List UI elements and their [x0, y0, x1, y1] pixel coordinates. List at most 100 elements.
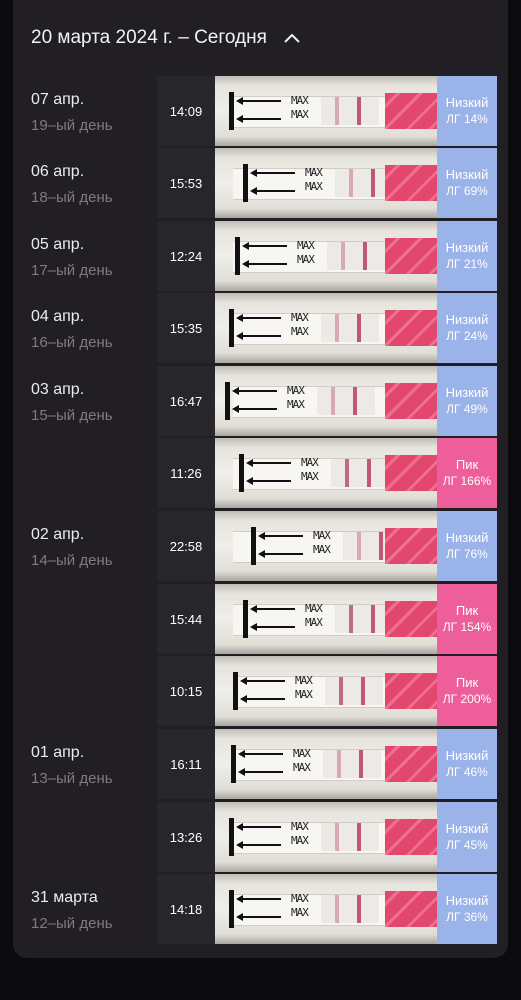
- lh-level: Низкий: [445, 893, 489, 908]
- test-row[interactable]: 15:44 MAX MAX Пик ЛГ 154%: [157, 584, 497, 654]
- test-row[interactable]: 22:58 MAX MAX Низкий ЛГ 76%: [157, 511, 497, 581]
- test-row[interactable]: 10:15 MAX MAX Пик ЛГ 200%: [157, 656, 497, 726]
- max-text-2: MAX: [291, 325, 309, 338]
- lh-result-badge: Низкий ЛГ 21%: [437, 221, 497, 291]
- strip-handle-bar: [239, 454, 244, 492]
- test-row[interactable]: 15:53 MAX MAX Низкий ЛГ 69%: [157, 148, 497, 218]
- strip-pink-pad: [385, 165, 437, 201]
- arrow-icon: [242, 242, 287, 250]
- lh-level: Низкий: [445, 821, 489, 836]
- test-time: 14:18: [157, 874, 215, 944]
- lh-percent: ЛГ 166%: [442, 474, 492, 488]
- lh-level: Низкий: [445, 312, 489, 327]
- strip-handle-bar: [243, 164, 248, 202]
- cycle-day-label: 17–ый день: [31, 262, 113, 279]
- date-label: 01 апр.: [31, 744, 85, 761]
- lh-level: Пик: [455, 457, 479, 472]
- date-group: 31 марта 12–ый день: [31, 888, 161, 934]
- max-text-1: MAX: [313, 529, 331, 542]
- test-strip-photo[interactable]: MAX MAX: [215, 729, 437, 799]
- max-marking: MAX MAX: [291, 892, 309, 920]
- test-row[interactable]: 15:35 MAX MAX Низкий ЛГ 24%: [157, 293, 497, 363]
- max-text-2: MAX: [291, 834, 309, 847]
- test-time: 15:53: [157, 148, 215, 218]
- lh-level: Низкий: [445, 748, 489, 763]
- test-strip-photo[interactable]: MAX MAX: [215, 76, 437, 146]
- strip-pink-pad: [385, 93, 437, 129]
- strip-handle-bar: [251, 527, 256, 565]
- date-label: 02 апр.: [31, 526, 85, 543]
- test-strip-photo[interactable]: MAX MAX: [215, 656, 437, 726]
- test-strip-photo[interactable]: MAX MAX: [215, 511, 437, 581]
- lh-percent: ЛГ 49%: [446, 402, 488, 416]
- strip-pink-pad: [385, 891, 437, 927]
- result-window: [331, 459, 389, 487]
- arrow-icon: [250, 187, 295, 195]
- max-marking: MAX MAX: [293, 747, 311, 775]
- lh-result-badge: Низкий ЛГ 49%: [437, 366, 497, 436]
- test-strip-photo[interactable]: MAX MAX: [215, 874, 437, 944]
- max-text-1: MAX: [291, 311, 309, 324]
- test-time: 15:44: [157, 584, 215, 654]
- cycle-day-label: 14–ый день: [31, 552, 113, 569]
- result-window: [321, 823, 379, 851]
- test-row[interactable]: 16:11 MAX MAX Низкий ЛГ 46%: [157, 729, 497, 799]
- test-time: 16:47: [157, 366, 215, 436]
- lh-result-badge: Низкий ЛГ 45%: [437, 802, 497, 872]
- max-marking: MAX MAX: [291, 820, 309, 848]
- test-row[interactable]: 13:26 MAX MAX Низкий ЛГ 45%: [157, 802, 497, 872]
- arrow-icon: [236, 913, 281, 921]
- strip-pink-pad: [385, 673, 437, 709]
- strip-pink-pad: [385, 383, 437, 419]
- test-strip-photo[interactable]: MAX MAX: [215, 221, 437, 291]
- period-header[interactable]: 20 марта 2024 г. – Сегодня: [13, 0, 508, 76]
- lh-level: Низкий: [445, 167, 489, 182]
- max-text-1: MAX: [287, 384, 305, 397]
- arrow-icon: [236, 823, 281, 831]
- result-window: [327, 242, 385, 270]
- max-text-2: MAX: [301, 470, 319, 483]
- test-strip-photo[interactable]: MAX MAX: [215, 438, 437, 508]
- test-row[interactable]: 12:24 MAX MAX Низкий ЛГ 21%: [157, 221, 497, 291]
- strip-pink-pad: [385, 746, 437, 782]
- max-text-1: MAX: [291, 94, 309, 107]
- max-text-2: MAX: [287, 398, 305, 411]
- max-text-1: MAX: [305, 166, 323, 179]
- strip-pink-pad: [385, 601, 437, 637]
- max-text-2: MAX: [293, 761, 311, 774]
- lh-level: Низкий: [445, 95, 489, 110]
- test-strip-photo[interactable]: MAX MAX: [215, 802, 437, 872]
- test-row[interactable]: 14:09 MAX MAX Низкий ЛГ 14%: [157, 76, 497, 146]
- cycle-day-label: 19–ый день: [31, 117, 113, 134]
- max-text-1: MAX: [301, 456, 319, 469]
- arrow-icon: [236, 332, 281, 340]
- lh-result-badge: Низкий ЛГ 36%: [437, 874, 497, 944]
- result-window: [325, 677, 383, 705]
- test-strip-photo[interactable]: MAX MAX: [215, 293, 437, 363]
- lh-percent: ЛГ 46%: [446, 765, 488, 779]
- max-text-1: MAX: [295, 674, 313, 687]
- lh-percent: ЛГ 76%: [446, 547, 488, 561]
- arrow-icon: [246, 477, 291, 485]
- lh-percent: ЛГ 154%: [442, 620, 492, 634]
- lh-result-badge: Низкий ЛГ 69%: [437, 148, 497, 218]
- max-marking: MAX MAX: [297, 239, 315, 267]
- test-strip-photo[interactable]: MAX MAX: [215, 584, 437, 654]
- chevron-up-icon[interactable]: [283, 29, 301, 47]
- max-text-1: MAX: [297, 239, 315, 252]
- date-label: 05 апр.: [31, 236, 85, 253]
- test-row[interactable]: 16:47 MAX MAX Низкий ЛГ 49%: [157, 366, 497, 436]
- test-row[interactable]: 11:26 MAX MAX Пик ЛГ 166%: [157, 438, 497, 508]
- max-text-2: MAX: [305, 180, 323, 193]
- max-marking: MAX MAX: [287, 384, 305, 412]
- lh-percent: ЛГ 21%: [446, 257, 488, 271]
- test-strip-photo[interactable]: MAX MAX: [215, 366, 437, 436]
- strip-handle-bar: [229, 818, 234, 856]
- test-strip-photo[interactable]: MAX MAX: [215, 148, 437, 218]
- test-row[interactable]: 14:18 MAX MAX Низкий ЛГ 36%: [157, 874, 497, 944]
- strip-handle-bar: [229, 309, 234, 347]
- max-text-2: MAX: [305, 616, 323, 629]
- date-label: 04 апр.: [31, 308, 85, 325]
- max-marking: MAX MAX: [301, 456, 319, 484]
- arrow-icon: [258, 550, 303, 558]
